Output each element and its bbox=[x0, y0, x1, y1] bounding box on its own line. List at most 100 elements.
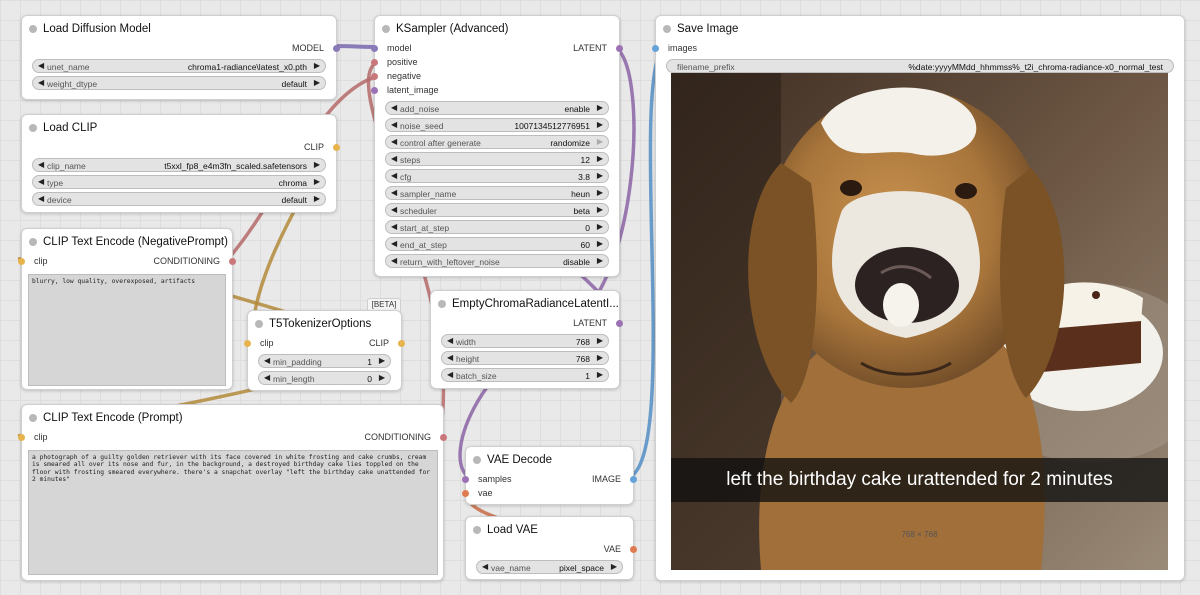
arrow-left-icon[interactable]: ◀ bbox=[264, 373, 270, 382]
arrow-right-icon[interactable]: ▶ bbox=[597, 256, 603, 265]
arrow-left-icon[interactable]: ◀ bbox=[447, 336, 453, 345]
negative-prompt-textarea[interactable]: blurry, low quality, overexposed, artifa… bbox=[28, 274, 226, 386]
arrow-right-icon[interactable]: ▶ bbox=[597, 171, 603, 180]
sampler-name-combo[interactable]: ◀ sampler_name heun ▶ bbox=[385, 186, 609, 200]
arrow-left-icon[interactable]: ◀ bbox=[38, 177, 44, 186]
arrow-right-icon[interactable]: ▶ bbox=[379, 373, 385, 382]
arrow-right-icon[interactable]: ▶ bbox=[597, 239, 603, 248]
weight-dtype-combo[interactable]: ◀ weight_dtype default ▶ bbox=[32, 76, 326, 90]
load-diffusion-model-node[interactable]: Load Diffusion Model MODEL ◀ unet_name chr… bbox=[21, 15, 340, 100]
empty-latent-node[interactable]: EmptyChromaRadianceLatentI... LATENT ◀ wi… bbox=[430, 290, 623, 389]
arrow-left-icon[interactable]: ◀ bbox=[447, 370, 453, 379]
t5-tokenizer-node[interactable]: T5TokenizerOptions clip CLIP ◀ min_paddin… bbox=[244, 310, 405, 391]
control-after-generate-combo[interactable]: ◀ control after generate randomize ▶ bbox=[385, 135, 609, 149]
samples-input-dot[interactable] bbox=[462, 476, 469, 483]
arrow-left-icon[interactable]: ◀ bbox=[264, 356, 270, 365]
clip-device-combo[interactable]: ◀ device default ▶ bbox=[32, 192, 326, 206]
node-collapse-icon[interactable] bbox=[663, 25, 671, 33]
arrow-left-icon[interactable]: ◀ bbox=[38, 61, 44, 70]
model-output-dot[interactable] bbox=[333, 45, 340, 52]
arrow-left-icon[interactable]: ◀ bbox=[391, 239, 397, 248]
node-collapse-icon[interactable] bbox=[382, 25, 390, 33]
arrow-left-icon[interactable]: ◀ bbox=[38, 160, 44, 169]
positive-input-dot[interactable] bbox=[371, 59, 378, 66]
arrow-left-icon[interactable]: ◀ bbox=[391, 137, 397, 146]
arrow-left-icon[interactable]: ◀ bbox=[482, 562, 488, 571]
cfg-number[interactable]: ◀ cfg 3.8 ▶ bbox=[385, 169, 609, 183]
arrow-right-icon[interactable]: ▶ bbox=[314, 78, 320, 87]
clip-input-dot[interactable] bbox=[244, 340, 251, 347]
node-collapse-icon[interactable] bbox=[473, 456, 481, 464]
prompt-textarea[interactable]: a photograph of a guilty golden retrieve… bbox=[28, 450, 438, 575]
clip-input-dot[interactable] bbox=[18, 434, 25, 441]
clip-prompt-node[interactable]: CLIP Text Encode (Prompt) clip CONDITION… bbox=[18, 404, 447, 581]
clip-negative-node[interactable]: CLIP Text Encode (NegativePrompt) clip C… bbox=[18, 228, 236, 390]
arrow-right-icon[interactable]: ▶ bbox=[597, 188, 603, 197]
node-collapse-icon[interactable] bbox=[29, 414, 37, 422]
vae-name-combo[interactable]: ◀ vae_name pixel_space ▶ bbox=[476, 560, 623, 574]
arrow-right-icon[interactable]: ▶ bbox=[597, 103, 603, 112]
vae-input-dot[interactable] bbox=[462, 490, 469, 497]
add-noise-combo[interactable]: ◀ add_noise enable ▶ bbox=[385, 101, 609, 115]
start-at-step-number[interactable]: ◀ start_at_step 0 ▶ bbox=[385, 220, 609, 234]
node-collapse-icon[interactable] bbox=[29, 25, 37, 33]
width-number[interactable]: ◀ width 768 ▶ bbox=[441, 334, 609, 348]
noise-seed-number[interactable]: ◀ noise_seed 1007134512776951 ▶ bbox=[385, 118, 609, 132]
node-collapse-icon[interactable] bbox=[29, 124, 37, 132]
arrow-right-icon[interactable]: ▶ bbox=[597, 205, 603, 214]
arrow-right-icon[interactable]: ▶ bbox=[597, 353, 603, 362]
ksampler-node[interactable]: KSampler (Advanced) model LATENT positiv… bbox=[371, 15, 623, 277]
arrow-left-icon[interactable]: ◀ bbox=[391, 154, 397, 163]
load-clip-node[interactable]: Load CLIP CLIP ◀ clip_name t5xxl_fp8_e4m3f… bbox=[21, 114, 340, 213]
end-at-step-number[interactable]: ◀ end_at_step 60 ▶ bbox=[385, 237, 609, 251]
save-image-node[interactable]: Save Image images filename_prefix %date:y… bbox=[652, 15, 1185, 581]
arrow-right-icon[interactable]: ▶ bbox=[597, 137, 603, 146]
filename-prefix-field[interactable]: filename_prefix %date:yyyyMMdd_hhmmss%_t2… bbox=[666, 59, 1174, 73]
model-output[interactable]: MODEL bbox=[22, 42, 340, 56]
latent-input-dot[interactable] bbox=[371, 87, 378, 94]
arrow-left-icon[interactable]: ◀ bbox=[391, 256, 397, 265]
clip-output-dot[interactable] bbox=[333, 144, 340, 151]
load-vae-node[interactable]: Load VAE VAE ◀ vae_name pixel_space ▶ bbox=[465, 516, 637, 580]
output-image-preview[interactable]: left the birthday cake urattended for 2 … bbox=[671, 73, 1168, 570]
latent-output-dot[interactable] bbox=[616, 320, 623, 327]
model-input-dot[interactable] bbox=[371, 45, 378, 52]
min-padding-number[interactable]: ◀ min_padding 1 ▶ bbox=[258, 354, 391, 368]
clip-name-combo[interactable]: ◀ clip_name t5xxl_fp8_e4m3fn_scaled.safete… bbox=[32, 158, 326, 172]
image-output-dot[interactable] bbox=[630, 476, 637, 483]
arrow-right-icon[interactable]: ▶ bbox=[597, 336, 603, 345]
arrow-left-icon[interactable]: ◀ bbox=[391, 222, 397, 231]
arrow-left-icon[interactable]: ◀ bbox=[391, 120, 397, 129]
arrow-right-icon[interactable]: ▶ bbox=[597, 154, 603, 163]
negative-input-dot[interactable] bbox=[371, 73, 378, 80]
arrow-left-icon[interactable]: ◀ bbox=[38, 78, 44, 87]
latent-output-dot[interactable] bbox=[616, 45, 623, 52]
conditioning-output-dot[interactable] bbox=[229, 258, 236, 265]
min-length-number[interactable]: ◀ min_length 0 ▶ bbox=[258, 371, 391, 385]
arrow-right-icon[interactable]: ▶ bbox=[314, 177, 320, 186]
arrow-left-icon[interactable]: ◀ bbox=[447, 353, 453, 362]
arrow-left-icon[interactable]: ◀ bbox=[391, 205, 397, 214]
unet-name-combo[interactable]: ◀ unet_name chroma1-radiance\latest_x0.pth… bbox=[32, 59, 326, 73]
node-collapse-icon[interactable] bbox=[255, 320, 263, 328]
return-with-leftover-noise-combo[interactable]: ◀ return_with_leftover_noise disable ▶ bbox=[385, 254, 609, 268]
arrow-left-icon[interactable]: ◀ bbox=[38, 194, 44, 203]
conditioning-output-dot[interactable] bbox=[440, 434, 447, 441]
arrow-left-icon[interactable]: ◀ bbox=[391, 188, 397, 197]
arrow-right-icon[interactable]: ▶ bbox=[597, 120, 603, 129]
steps-number[interactable]: ◀ steps 12 ▶ bbox=[385, 152, 609, 166]
arrow-right-icon[interactable]: ▶ bbox=[314, 160, 320, 169]
height-number[interactable]: ◀ height 768 ▶ bbox=[441, 351, 609, 365]
scheduler-combo[interactable]: ◀ scheduler beta ▶ bbox=[385, 203, 609, 217]
arrow-right-icon[interactable]: ▶ bbox=[314, 61, 320, 70]
clip-input-dot[interactable] bbox=[18, 258, 25, 265]
vae-decode-node[interactable]: VAE Decode samples IMAGE vae bbox=[462, 446, 637, 505]
node-collapse-icon[interactable] bbox=[473, 526, 481, 534]
batch-size-number[interactable]: ◀ batch_size 1 ▶ bbox=[441, 368, 609, 382]
node-collapse-icon[interactable] bbox=[438, 300, 446, 308]
arrow-right-icon[interactable]: ▶ bbox=[597, 370, 603, 379]
vae-output-dot[interactable] bbox=[630, 546, 637, 553]
clip-output[interactable]: CLIP bbox=[22, 141, 340, 155]
arrow-right-icon[interactable]: ▶ bbox=[597, 222, 603, 231]
arrow-right-icon[interactable]: ▶ bbox=[314, 194, 320, 203]
